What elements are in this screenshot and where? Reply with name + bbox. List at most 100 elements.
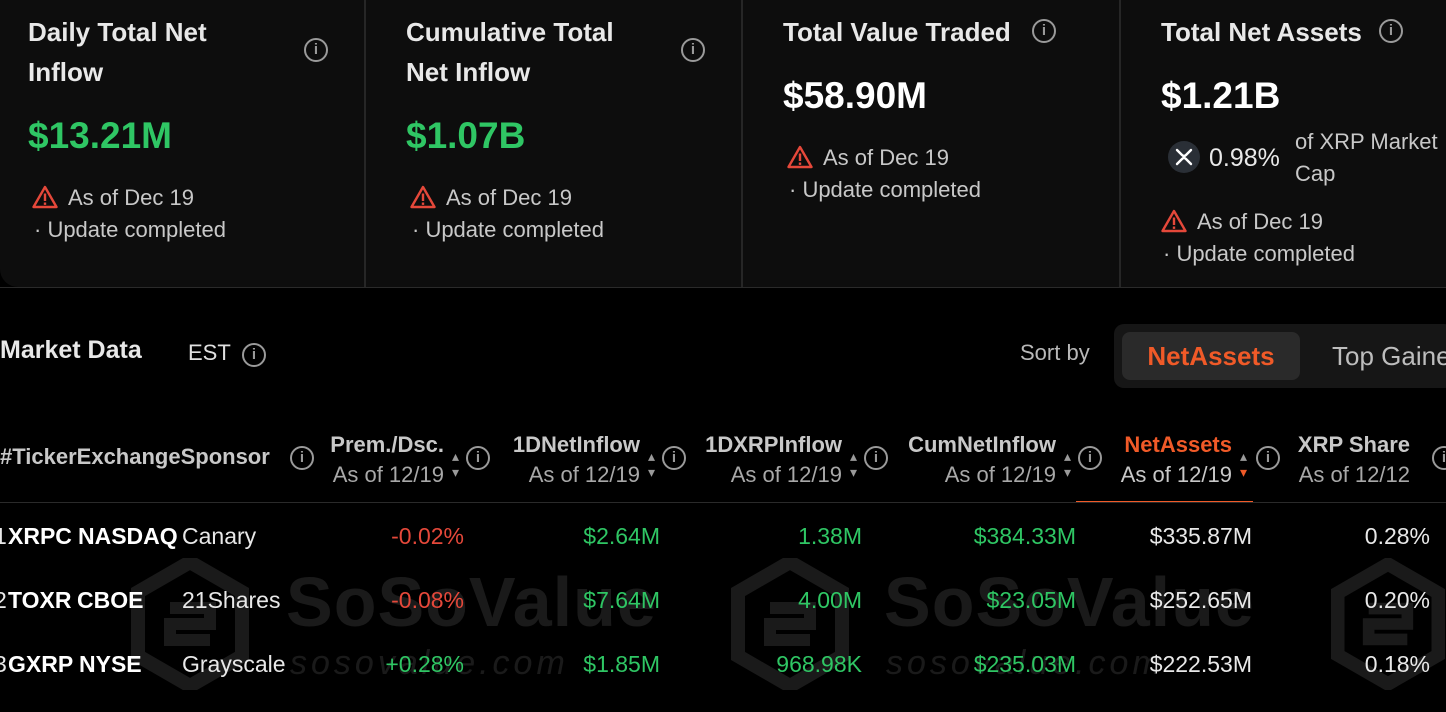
card-value: $13.21M xyxy=(28,115,172,156)
rank: 3 xyxy=(0,651,7,677)
ticker[interactable]: XRPC xyxy=(8,520,72,552)
sponsor: Grayscale xyxy=(182,651,286,677)
header-title: NetAssets xyxy=(1124,432,1232,457)
warning-icon xyxy=(410,185,436,209)
update-status: · Update completed xyxy=(1163,241,1355,266)
header-subtitle: As of 12/19 xyxy=(332,462,444,487)
update-status: · Update completed xyxy=(789,177,981,202)
xrp-share: 0.18% xyxy=(1364,651,1430,677)
net-inflow: $7.64M xyxy=(583,587,660,613)
header-title: 1DXRPInflow xyxy=(705,432,842,457)
sort-icon[interactable]: ▴ ▾ xyxy=(1064,448,1071,480)
timezone-label: EST xyxy=(188,340,231,365)
summary-cards: Daily Total Net Inflow i $13.21M As of D… xyxy=(0,0,1446,288)
header-subtitle: As of 12/19 xyxy=(1120,462,1232,487)
as-of-date: As of Dec 19 xyxy=(1197,209,1323,234)
sort-icon-active[interactable]: ▴ ▾ xyxy=(1240,448,1247,480)
market-data-title: Market Data xyxy=(0,336,142,364)
header-title: XRP Share xyxy=(1297,432,1410,457)
rank: 1 xyxy=(0,523,7,549)
column-header-cum-net-inflow[interactable]: CumNetInflow As of 12/19 xyxy=(890,430,1056,490)
card-title: Daily Total Net Inflow xyxy=(28,12,207,92)
info-icon[interactable]: i xyxy=(466,446,490,470)
rank: 2 xyxy=(0,587,7,613)
as-of-date: As of Dec 19 xyxy=(446,185,572,210)
net-assets: $222.53M xyxy=(1149,651,1252,677)
sort-option-netassets[interactable]: NetAssets xyxy=(1122,332,1300,380)
as-of-date: As of Dec 19 xyxy=(823,145,949,170)
sort-icon[interactable]: ▴ ▾ xyxy=(648,448,655,480)
card-value: $58.90M xyxy=(783,75,927,116)
sort-option-top-gainers[interactable]: Top Gaine xyxy=(1332,332,1446,380)
sponsor: 21Shares xyxy=(182,587,281,613)
table-row[interactable]: 3 GXRP NYSE Grayscale +0.28% $1.85M 968.… xyxy=(0,648,1446,712)
card-total-value-traded: Total Value Traded i $58.90M As of Dec 1… xyxy=(743,0,1119,287)
premium: -0.02% xyxy=(391,523,464,549)
column-header-net-assets[interactable]: NetAssets As of 12/19 xyxy=(1100,430,1232,490)
info-icon[interactable]: i xyxy=(1432,446,1446,470)
info-icon[interactable]: i xyxy=(864,446,888,470)
card-title-line-2: Inflow xyxy=(28,57,104,87)
table-row[interactable]: 2 TOXR CBOE 21Shares -0.08% $7.64M 4.00M… xyxy=(0,584,1446,648)
net-assets: $252.65M xyxy=(1149,587,1252,613)
card-value: $1.21B xyxy=(1161,75,1281,116)
sponsor: Canary xyxy=(182,523,257,549)
header-subtitle: As of 12/12 xyxy=(1298,462,1410,487)
card-title-line-1: Daily Total Net xyxy=(28,17,207,47)
sort-by-label: Sort by xyxy=(1020,340,1090,365)
card-title: Cumulative Total Net Inflow xyxy=(406,12,614,92)
card-title: Total Value Traded xyxy=(783,17,1011,47)
exchange: NYSE xyxy=(79,651,142,677)
cum-net-inflow: $23.05M xyxy=(986,587,1076,613)
info-icon[interactable]: i xyxy=(662,446,686,470)
column-header-premium[interactable]: Prem./Dsc. As of 12/19 xyxy=(312,430,444,490)
share-label-line-2: Cap xyxy=(1295,161,1336,186)
table-row[interactable]: 1 XRPC NASDAQ Canary -0.02% $2.64M 1.38M… xyxy=(0,520,1446,584)
xrp-logo-icon xyxy=(1168,141,1200,173)
sort-icon[interactable]: ▴ ▾ xyxy=(850,448,857,480)
card-total-net-assets: Total Net Assets i $1.21B 0.98% of XRP M… xyxy=(1121,0,1446,287)
cum-net-inflow: $384.33M xyxy=(973,523,1076,549)
column-header-1d-xrp-inflow[interactable]: 1DXRPInflow As of 12/19 xyxy=(688,430,842,490)
exchange: NASDAQ xyxy=(78,523,178,549)
card-title-line-2: Net Inflow xyxy=(406,57,531,87)
column-header-lead[interactable]: #TickerExchangeSponsor xyxy=(0,442,270,472)
header-title: 1DNetInflow xyxy=(512,432,640,457)
xrp-share: 0.20% xyxy=(1364,587,1430,613)
card-title: Total Net Assets xyxy=(1161,17,1362,47)
ticker[interactable]: GXRP xyxy=(8,648,73,680)
ticker[interactable]: TOXR xyxy=(8,584,71,616)
net-assets: $335.87M xyxy=(1149,523,1252,549)
update-status: · Update completed xyxy=(412,217,604,242)
header-title: CumNetInflow xyxy=(908,432,1056,457)
xrp-inflow: 968.98K xyxy=(776,651,862,677)
warning-icon xyxy=(1161,209,1187,233)
xrp-share-percent: 0.98% xyxy=(1209,144,1280,172)
header-subtitle: As of 12/19 xyxy=(730,462,842,487)
premium: +0.28% xyxy=(385,651,464,677)
header-divider xyxy=(0,502,1446,503)
sort-icon[interactable]: ▴ ▾ xyxy=(452,448,459,480)
header-subtitle: As of 12/19 xyxy=(528,462,640,487)
column-header-xrp-share[interactable]: XRP Share As of 12/12 xyxy=(1270,430,1410,490)
update-status: · Update completed xyxy=(34,217,226,242)
info-icon[interactable]: i xyxy=(242,343,266,367)
info-icon[interactable]: i xyxy=(1379,19,1403,43)
card-title-line-1: Cumulative Total xyxy=(406,17,614,47)
header-title: Prem./Dsc. xyxy=(330,432,444,457)
info-icon[interactable]: i xyxy=(1078,446,1102,470)
card-daily-net-inflow: Daily Total Net Inflow i $13.21M As of D… xyxy=(0,0,364,287)
as-of-date: As of Dec 19 xyxy=(68,185,194,210)
net-inflow: $2.64M xyxy=(583,523,660,549)
xrp-share-label: of XRP Market Cap xyxy=(1295,126,1438,190)
card-value: $1.07B xyxy=(406,115,526,156)
share-label-line-1: of XRP Market xyxy=(1295,129,1438,154)
xrp-inflow: 1.38M xyxy=(798,523,862,549)
premium: -0.08% xyxy=(391,587,464,613)
info-icon[interactable]: i xyxy=(681,38,705,62)
info-icon[interactable]: i xyxy=(290,446,314,470)
info-icon[interactable]: i xyxy=(1032,19,1056,43)
column-header-1d-net-inflow[interactable]: 1DNetInflow As of 12/19 xyxy=(494,430,640,490)
exchange: CBOE xyxy=(77,587,144,613)
info-icon[interactable]: i xyxy=(304,38,328,62)
